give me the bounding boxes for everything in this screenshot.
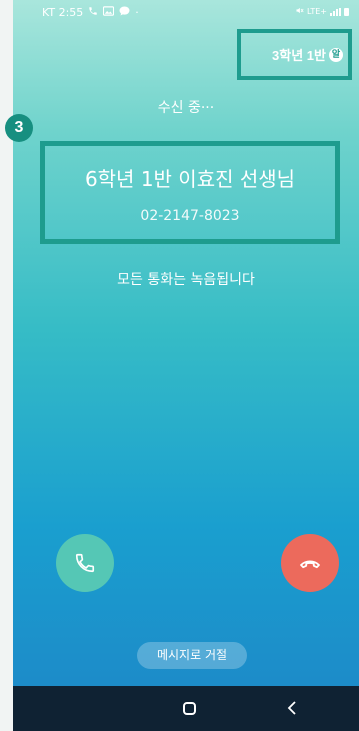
back-chevron-icon[interactable]	[287, 700, 297, 719]
phone-icon	[75, 553, 95, 573]
status-bar: KT 2:55 · LTE+	[13, 0, 359, 26]
navigation-bar	[13, 686, 359, 731]
reject-with-message-button[interactable]: 메시지로 거절	[137, 642, 247, 669]
call-status-icon	[88, 6, 98, 19]
incoming-call-screen: KT 2:55 · LTE+ 3학년 1반 알 수신 중··· 6학년 1반 이…	[13, 0, 359, 731]
step-marker-badge: 3	[5, 114, 33, 142]
caller-number: 02-2147-8023	[140, 208, 240, 224]
status-right: LTE+	[295, 6, 349, 17]
signal-icon	[330, 7, 341, 16]
mute-icon	[295, 6, 304, 17]
caller-name: 6학년 1반 이효진 선생님	[84, 167, 296, 191]
home-icon[interactable]	[183, 702, 196, 715]
call-status-text: 수신 중···	[157, 100, 215, 116]
class-tag-label: 3학년 1반	[272, 48, 326, 63]
battery-icon	[344, 7, 349, 16]
network-label: LTE+	[307, 7, 327, 16]
accept-call-button[interactable]	[56, 534, 114, 592]
gallery-icon	[103, 6, 115, 19]
decline-call-button[interactable]	[281, 534, 339, 592]
class-tag-highlight: 3학년 1반 알	[237, 29, 352, 80]
caller-info-highlight: 6학년 1반 이효진 선생님 02-2147-8023	[40, 141, 340, 244]
carrier-time: KT 2:55	[42, 6, 84, 19]
recording-notice: 모든 통화는 녹음됩니다	[117, 272, 255, 288]
status-dot: ·	[135, 6, 139, 19]
chat-icon	[119, 6, 130, 19]
class-tag-badge: 알	[329, 47, 343, 62]
status-left: KT 2:55 ·	[42, 6, 139, 19]
phone-hangup-icon	[300, 560, 320, 569]
